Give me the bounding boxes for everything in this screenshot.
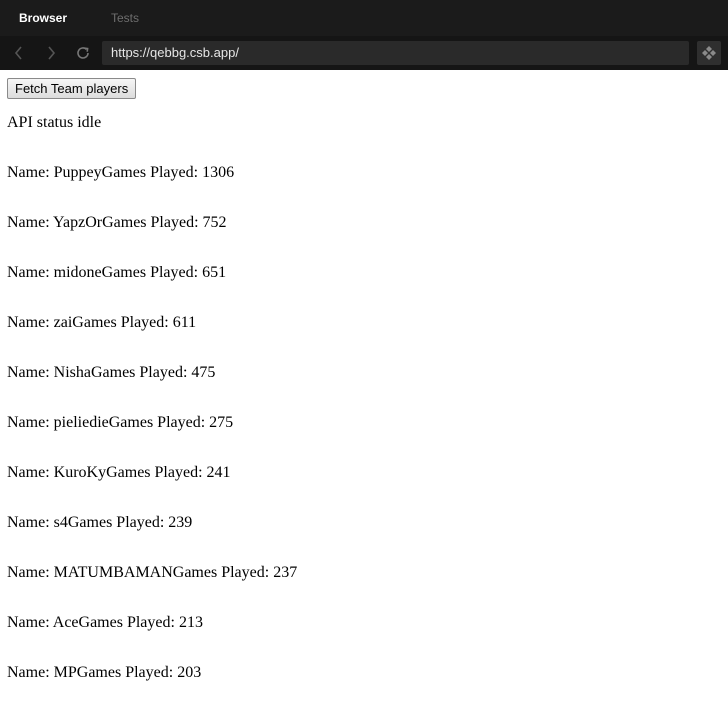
player-row: Name: midoneGames Played: 651 [7,264,227,281]
forward-button[interactable] [35,36,67,70]
player-row: Name: s4Games Played: 239 [7,514,193,531]
address-bar[interactable]: https://qebbg.csb.app/ [102,41,689,65]
tab-tests[interactable]: Tests [92,0,184,36]
back-button[interactable] [3,36,35,70]
browser-toolbar: https://qebbg.csb.app/ [0,36,728,70]
api-status-text: API status idle [7,114,102,131]
player-row: Name: MATUMBAMANGames Played: 237 [7,564,298,581]
player-row: Name: AceGames Played: 213 [7,614,203,631]
reload-icon [77,47,89,59]
codesandbox-icon [702,46,716,60]
tab-browser[interactable]: Browser [0,0,92,36]
fetch-team-players-button[interactable]: Fetch Team players [7,78,137,99]
extension-button[interactable] [697,41,721,65]
player-row: Name: PuppeyGames Played: 1306 [7,164,235,181]
player-row: Name: pieliedieGames Played: 275 [7,414,234,431]
player-row: Name: YapzOrGames Played: 752 [7,214,227,231]
chevron-left-icon [14,46,22,60]
chevron-right-icon [48,46,56,60]
player-row: Name: MPGames Played: 203 [7,664,202,681]
player-row: Name: KuroKyGames Played: 241 [7,464,231,481]
tab-bar: Browser Tests [0,0,728,36]
reload-button[interactable] [67,36,99,70]
player-row: Name: NishaGames Played: 475 [7,364,216,381]
player-row: Name: zaiGames Played: 611 [7,314,197,331]
